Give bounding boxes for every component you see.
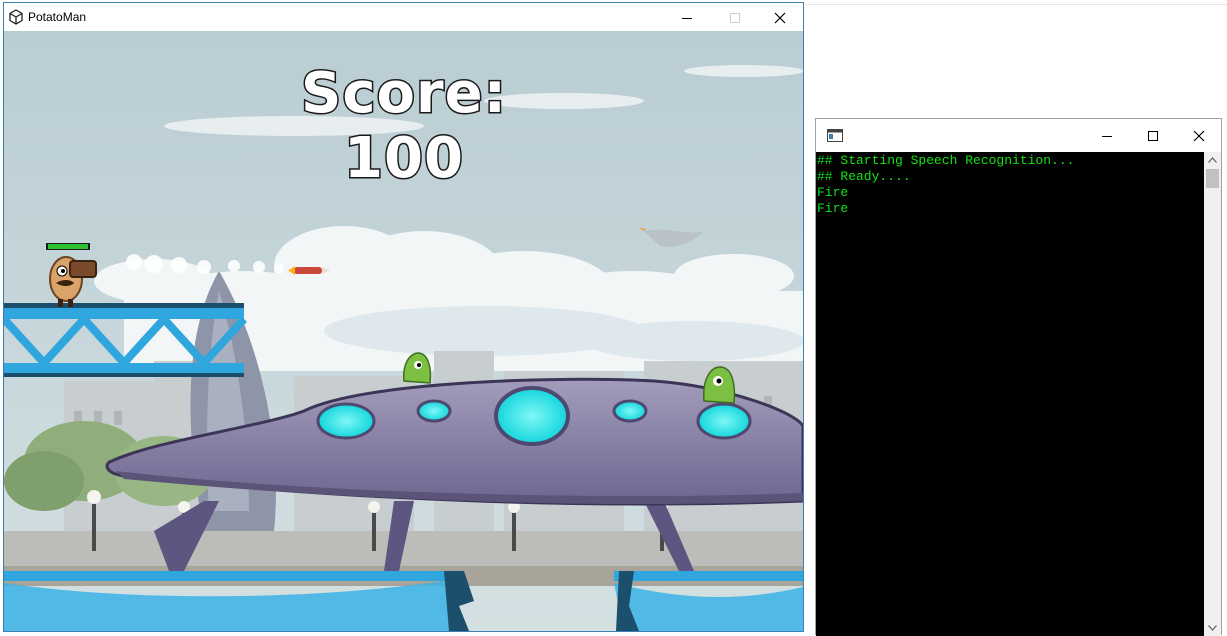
console-line: Fire — [817, 185, 849, 200]
health-bar — [48, 244, 88, 249]
close-button[interactable] — [757, 3, 803, 31]
game-viewport[interactable]: Score: 100 — [4, 31, 803, 631]
maximize-button[interactable] — [1130, 119, 1176, 152]
score-label: Score: 100 — [300, 60, 508, 193]
maximize-icon — [730, 13, 740, 23]
game-window: PotatoMan Score: 100 — [3, 2, 804, 632]
maximize-button[interactable] — [712, 3, 758, 31]
console-icon — [827, 129, 843, 142]
minimize-icon — [682, 18, 692, 19]
close-button[interactable] — [1176, 119, 1222, 152]
console-titlebar[interactable] — [816, 119, 1221, 152]
window-title: PotatoMan — [28, 10, 87, 24]
background-window-edge — [805, 0, 1227, 5]
minimize-button[interactable] — [664, 3, 710, 31]
minimize-icon — [1102, 136, 1112, 137]
scroll-up-icon[interactable] — [1208, 157, 1217, 163]
game-titlebar[interactable]: PotatoMan — [4, 3, 803, 31]
vertical-scrollbar[interactable] — [1204, 152, 1221, 636]
scroll-down-icon[interactable] — [1208, 625, 1217, 631]
console-line: ## Starting Speech Recognition... — [817, 153, 1075, 168]
maximize-icon — [1148, 131, 1158, 141]
console-line: Fire — [817, 201, 849, 216]
lower-bridge — [4, 571, 803, 631]
scroll-thumb[interactable] — [1206, 169, 1219, 188]
close-icon — [1193, 130, 1205, 142]
close-icon — [774, 12, 786, 24]
console-output[interactable]: ## Starting Speech Recognition... ## Rea… — [816, 152, 1204, 636]
minimize-button[interactable] — [1084, 119, 1130, 152]
console-window: ## Starting Speech Recognition... ## Rea… — [815, 118, 1222, 636]
console-line: ## Ready.... — [817, 169, 911, 184]
unity-icon — [8, 9, 24, 25]
